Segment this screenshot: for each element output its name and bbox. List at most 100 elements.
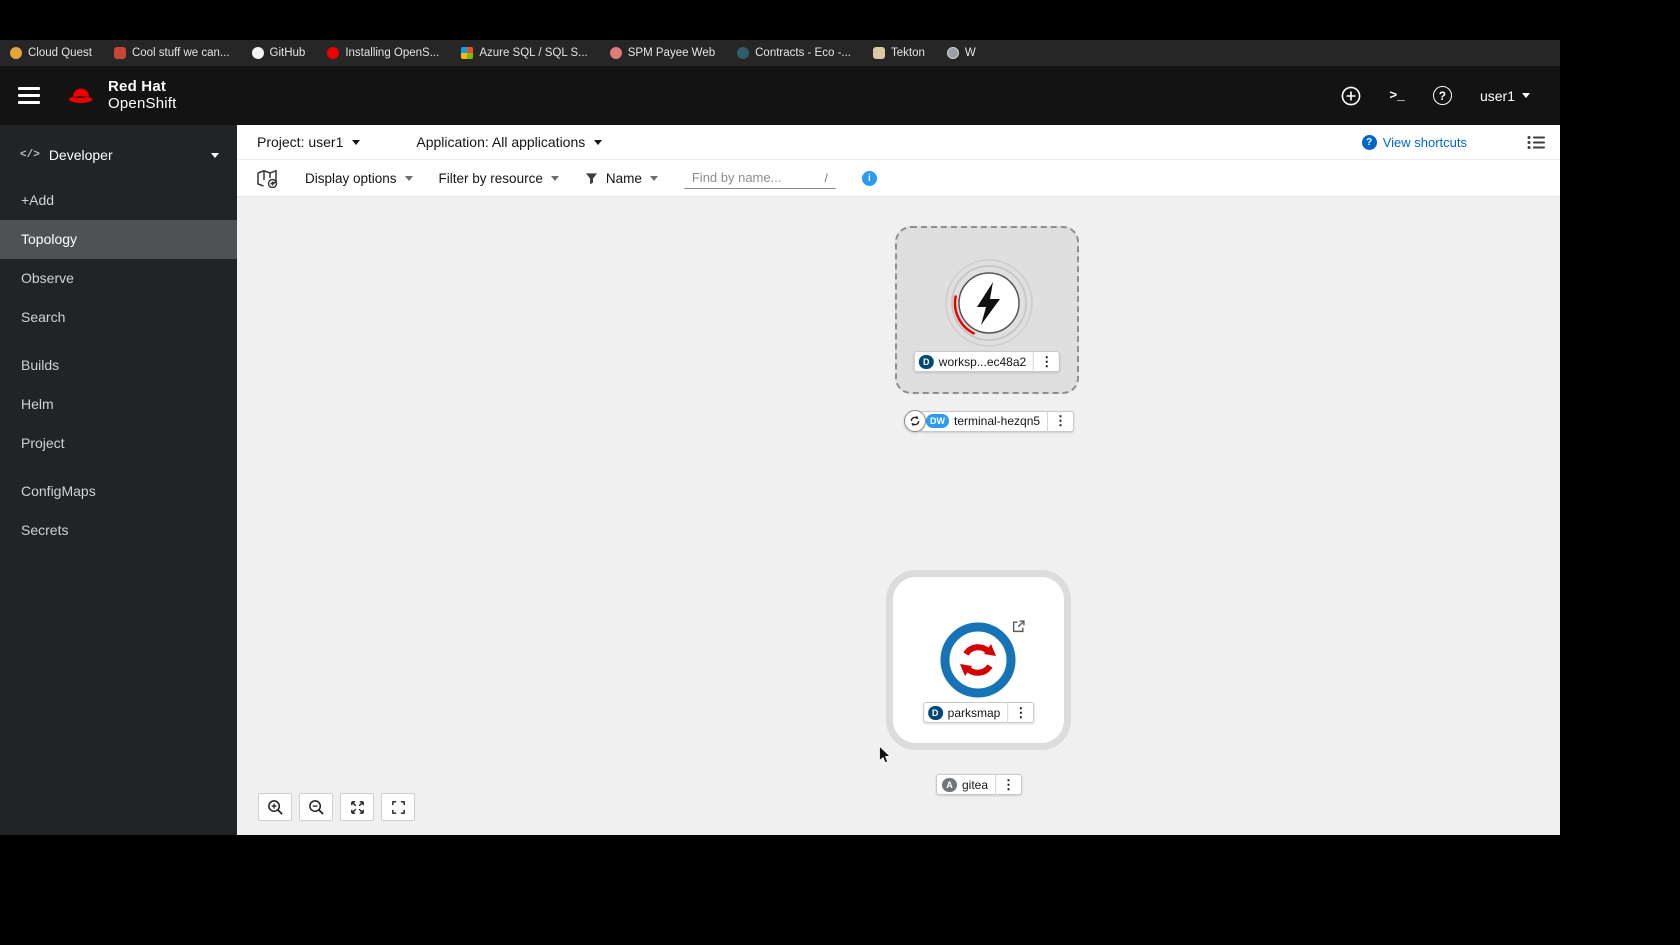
chevron-down-icon — [594, 139, 603, 145]
bookmark-label: Contracts - Eco -... — [755, 47, 851, 59]
masthead: Red Hat OpenShift >_ ? user1 — [0, 66, 1560, 125]
terminal-node-name: terminal-hezqn5 — [954, 414, 1041, 428]
kebab-menu-icon[interactable]: ⋮ — [1007, 702, 1033, 723]
bookmark-label: Cool stuff we can... — [131, 47, 230, 59]
zoom-in-button[interactable] — [258, 793, 292, 821]
bookmark-tekton[interactable]: Tekton — [872, 47, 925, 59]
bookmark-azure-sql[interactable]: Azure SQL / SQL S... — [461, 47, 588, 59]
perspective-label: Developer — [48, 147, 113, 163]
chevron-down-icon — [404, 175, 413, 181]
find-by-name-input[interactable] — [691, 170, 804, 185]
canvas-controls — [258, 793, 415, 821]
redhat-fedora-icon — [69, 88, 93, 103]
zoom-out-icon — [308, 799, 324, 815]
filter-funnel-icon — [585, 172, 597, 184]
parksmap-node[interactable]: D parksmap ⋮ — [886, 570, 1071, 750]
bookmark-spm-payee[interactable]: SPM Payee Web — [609, 47, 716, 59]
application-selector[interactable]: Application: All applications — [416, 134, 603, 150]
kebab-menu-icon[interactable]: ⋮ — [995, 774, 1021, 795]
sync-decorator-icon[interactable] — [904, 410, 926, 432]
display-options-dropdown[interactable]: Display options — [305, 171, 413, 186]
user-name: user1 — [1479, 87, 1515, 104]
terminal-workspace-pill[interactable]: DW terminal-hezqn5 ⋮ — [904, 410, 1075, 432]
topology-toolbar: Display options Filter by resource Name — [237, 160, 1560, 197]
user-menu[interactable]: user1 — [1480, 88, 1530, 104]
bookmark-github[interactable]: GitHub — [251, 47, 306, 59]
view-shortcuts-label: View shortcuts — [1382, 134, 1467, 150]
chevron-down-icon — [1522, 93, 1530, 98]
parksmap-node-label-pill[interactable]: D parksmap ⋮ — [922, 702, 1035, 723]
openshift-favicon — [327, 47, 340, 59]
chevron-down-icon — [352, 139, 361, 145]
bookmark-label: Azure SQL / SQL S... — [479, 47, 588, 59]
bookmark-w[interactable]: W — [946, 47, 976, 59]
filter-by-resource-label: Filter by resource — [438, 170, 543, 186]
slash-shortcut-hint: / — [824, 170, 828, 185]
devworkspace-badge: DW — [926, 414, 949, 428]
bookmark-label: Cloud Quest — [28, 47, 92, 59]
workspace-bolt-icon — [945, 259, 1033, 347]
help-icon[interactable]: ? — [1432, 86, 1452, 105]
find-by-name-field: / — [683, 167, 836, 189]
quick-create-icon[interactable] — [1341, 86, 1361, 106]
sidebar-item-project[interactable]: Project — [0, 424, 237, 463]
nav-menu-toggle-icon[interactable] — [18, 87, 40, 104]
folder-favicon — [113, 47, 126, 59]
bookmark-cloud-quest[interactable]: Cloud Quest — [10, 47, 92, 59]
brand-logo[interactable]: Red Hat OpenShift — [64, 78, 177, 112]
name-filter-label: Name — [605, 170, 642, 186]
bookmark-label: SPM Payee Web — [627, 47, 716, 59]
topology-canvas[interactable]: D worksp...ec48a2 ⋮ DW terminal-hezqn5 ⋮… — [237, 197, 1560, 835]
bookmark-installing-openshift[interactable]: Installing OpenS... — [327, 47, 439, 59]
workspace-node-label-pill[interactable]: D worksp...ec48a2 ⋮ — [913, 351, 1061, 372]
sidebar-nav: </> Developer +Add Topology Observe Sear… — [0, 125, 237, 835]
parksmap-rotate-icon — [940, 622, 1016, 698]
fullscreen-button[interactable] — [381, 793, 415, 821]
project-selector-label: Project: user1 — [257, 134, 344, 150]
deployment-badge: D — [918, 354, 934, 369]
github-favicon — [251, 47, 264, 59]
workspace-node[interactable]: D worksp...ec48a2 ⋮ — [895, 226, 1079, 394]
bookmark-label: GitHub — [269, 47, 306, 59]
developer-code-icon: </> — [20, 149, 40, 161]
bookmark-cool-stuff[interactable]: Cool stuff we can... — [113, 47, 230, 59]
name-filter-dropdown[interactable]: Name — [585, 171, 658, 186]
perspective-switcher[interactable]: </> Developer — [0, 137, 237, 173]
web-terminal-icon[interactable]: >_ — [1389, 88, 1405, 103]
sidebar-items: +Add Topology Observe Search Builds Helm… — [0, 181, 237, 550]
zoom-in-icon — [267, 799, 283, 815]
application-badge: A — [942, 777, 957, 792]
context-bar: Project: user1 Application: All applicat… — [237, 125, 1560, 160]
azure-favicon — [461, 47, 474, 59]
sidebar-item-configmaps[interactable]: ConfigMaps — [0, 472, 237, 511]
screen: Cloud Quest Cool stuff we can... GitHub … — [0, 0, 1680, 945]
sidebar-item-builds[interactable]: Builds — [0, 346, 237, 385]
sidebar-item-search[interactable]: Search — [0, 298, 237, 337]
chevron-down-icon — [550, 175, 559, 181]
sidebar-item-add[interactable]: +Add — [0, 181, 237, 220]
parksmap-node-name: parksmap — [947, 705, 1001, 720]
bookmark-contracts[interactable]: Contracts - Eco -... — [737, 47, 851, 59]
fit-to-screen-button[interactable] — [340, 793, 374, 821]
kebab-menu-icon[interactable]: ⋮ — [1033, 351, 1059, 372]
app-body: </> Developer +Add Topology Observe Sear… — [0, 125, 1560, 835]
list-view-toggle-icon[interactable] — [1527, 135, 1546, 150]
info-icon[interactable]: i — [861, 170, 877, 186]
kebab-menu-icon[interactable]: ⋮ — [1047, 410, 1073, 432]
bookmark-label: Installing OpenS... — [345, 47, 440, 59]
workspace-node-name: worksp...ec48a2 — [938, 354, 1027, 369]
deployment-badge: D — [927, 705, 943, 720]
cloud-quest-favicon — [10, 47, 22, 59]
filter-by-resource-dropdown[interactable]: Filter by resource — [439, 171, 559, 186]
view-shortcuts-link[interactable]: ? View shortcuts — [1361, 134, 1467, 150]
mouse-cursor — [878, 745, 892, 770]
external-link-icon[interactable] — [1012, 620, 1025, 638]
project-selector[interactable]: Project: user1 — [257, 134, 361, 150]
zoom-out-button[interactable] — [299, 793, 333, 821]
sidebar-item-secrets[interactable]: Secrets — [0, 511, 237, 550]
sidebar-item-helm[interactable]: Helm — [0, 385, 237, 424]
add-to-project-icon[interactable] — [257, 169, 279, 188]
gitea-application-pill[interactable]: A gitea ⋮ — [936, 774, 1023, 795]
sidebar-item-observe[interactable]: Observe — [0, 259, 237, 298]
sidebar-item-topology[interactable]: Topology — [0, 220, 237, 259]
